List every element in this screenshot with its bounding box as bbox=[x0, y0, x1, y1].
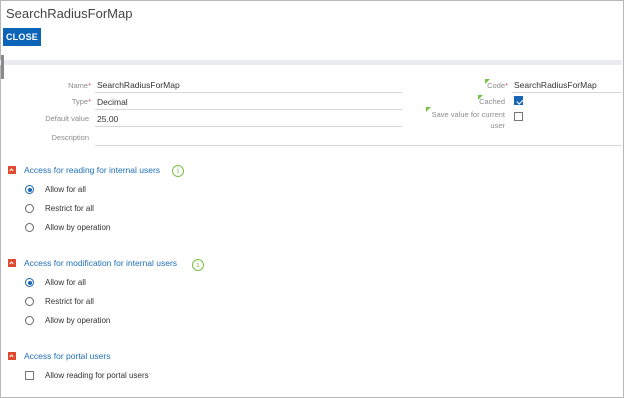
code-field[interactable]: SearchRadiusForMap bbox=[514, 80, 597, 90]
cached-label: Cached bbox=[479, 97, 505, 106]
portal-section-title[interactable]: Access for portal users bbox=[24, 351, 110, 361]
name-label: Name* bbox=[68, 81, 91, 90]
portal-reading-label: Allow reading for portal users bbox=[45, 371, 149, 380]
reading-section-title[interactable]: Access for reading for internal users bbox=[24, 165, 160, 175]
modification-section-toggle-icon[interactable] bbox=[8, 259, 16, 267]
default-value-underline bbox=[95, 126, 402, 127]
modification-section-title[interactable]: Access for modification for internal use… bbox=[24, 258, 177, 268]
reading-allow-all-label: Allow for all bbox=[45, 185, 86, 194]
default-value-field[interactable]: 25.00 bbox=[97, 114, 118, 124]
name-underline bbox=[95, 92, 402, 93]
close-button[interactable]: CLOSE bbox=[3, 28, 41, 46]
reading-by-operation-label: Allow by operation bbox=[45, 223, 111, 232]
save-value-label: Save value for current user bbox=[431, 110, 505, 130]
code-label: Code* bbox=[487, 81, 508, 90]
default-value-label: Default value bbox=[45, 114, 89, 123]
reading-by-operation-radio[interactable] bbox=[25, 223, 34, 232]
modification-by-operation-radio[interactable] bbox=[25, 316, 34, 325]
type-label: Type* bbox=[71, 97, 91, 106]
portal-reading-checkbox[interactable] bbox=[25, 371, 34, 380]
reading-restrict-all-label: Restrict for all bbox=[45, 204, 94, 213]
name-field[interactable]: SearchRadiusForMap bbox=[97, 80, 180, 90]
reading-info-icon[interactable]: i bbox=[172, 165, 184, 177]
modification-info-icon[interactable]: i bbox=[192, 259, 204, 271]
modification-by-operation-label: Allow by operation bbox=[45, 316, 111, 325]
code-underline bbox=[512, 92, 622, 93]
description-label: Description bbox=[51, 133, 89, 142]
reading-section-toggle-icon[interactable] bbox=[8, 166, 16, 174]
reading-restrict-all-radio[interactable] bbox=[25, 204, 34, 213]
save-value-checkbox[interactable] bbox=[514, 112, 523, 121]
modification-restrict-all-label: Restrict for all bbox=[45, 297, 94, 306]
reading-allow-all-radio[interactable] bbox=[25, 185, 34, 194]
cached-checkbox[interactable] bbox=[514, 96, 523, 105]
type-field[interactable]: Decimal bbox=[97, 97, 128, 107]
description-underline bbox=[95, 145, 622, 146]
modification-allow-all-label: Allow for all bbox=[45, 278, 86, 287]
type-underline bbox=[95, 109, 402, 110]
header-divider bbox=[0, 60, 622, 65]
modification-allow-all-radio[interactable] bbox=[25, 278, 34, 287]
page-title: SearchRadiusForMap bbox=[6, 6, 133, 21]
panel-handle[interactable] bbox=[1, 55, 4, 79]
portal-section-toggle-icon[interactable] bbox=[8, 352, 16, 360]
modification-restrict-all-radio[interactable] bbox=[25, 297, 34, 306]
